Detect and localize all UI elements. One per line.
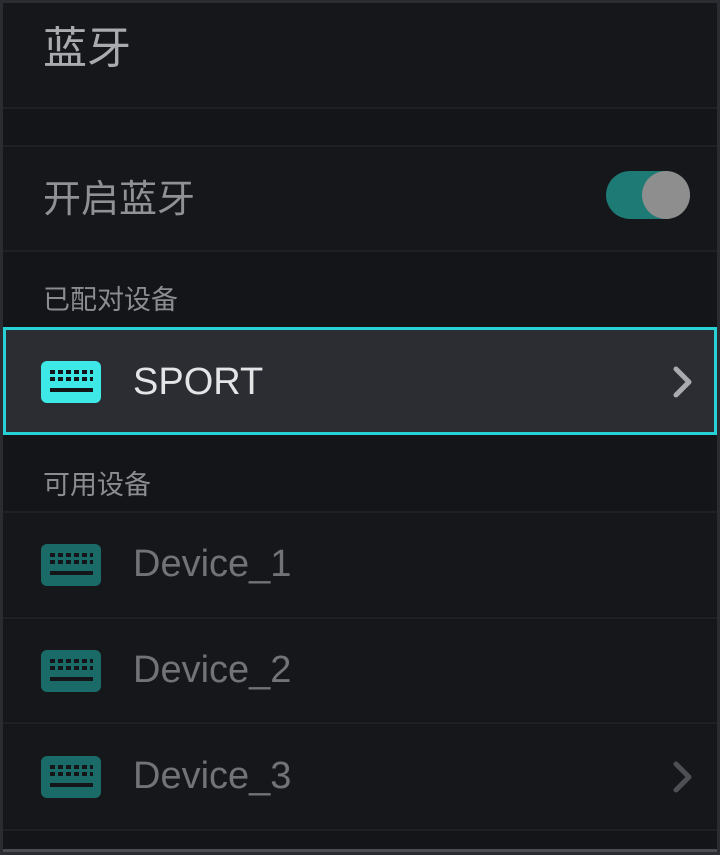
device-name: SPORT [133, 361, 264, 403]
page-header: 蓝牙 [3, 3, 717, 107]
available-devices-header: 可用设备 [43, 470, 151, 501]
bluetooth-toggle-switch[interactable] [606, 171, 690, 219]
keyboard-icon [41, 756, 101, 798]
device-name: Device_2 [133, 649, 292, 691]
bluetooth-toggle-label: 开启蓝牙 [43, 177, 196, 221]
divider [3, 722, 717, 724]
paired-devices-header: 已配对设备 [43, 285, 178, 316]
bluetooth-settings-screen: 蓝牙 开启蓝牙 已配对设备 SPORT 可用设备 Device_1 Device… [3, 3, 717, 852]
available-device-item[interactable]: Device_1 [3, 513, 717, 615]
available-device-item[interactable]: Device_3 [3, 725, 717, 827]
keyboard-icon [41, 650, 101, 692]
keyboard-icon [41, 361, 101, 403]
divider [3, 250, 717, 252]
available-device-item[interactable]: Device_2 [3, 619, 717, 721]
page-title: 蓝牙 [43, 23, 131, 74]
paired-device-item[interactable]: SPORT [3, 327, 717, 435]
device-name: Device_1 [133, 543, 292, 585]
toggle-knob [642, 171, 690, 219]
keyboard-icon [41, 544, 101, 586]
divider [3, 829, 717, 831]
chevron-right-icon [673, 761, 692, 793]
device-name: Device_3 [133, 755, 292, 797]
divider [3, 107, 717, 109]
chevron-right-icon [673, 366, 692, 398]
bottom-edge [3, 849, 717, 852]
